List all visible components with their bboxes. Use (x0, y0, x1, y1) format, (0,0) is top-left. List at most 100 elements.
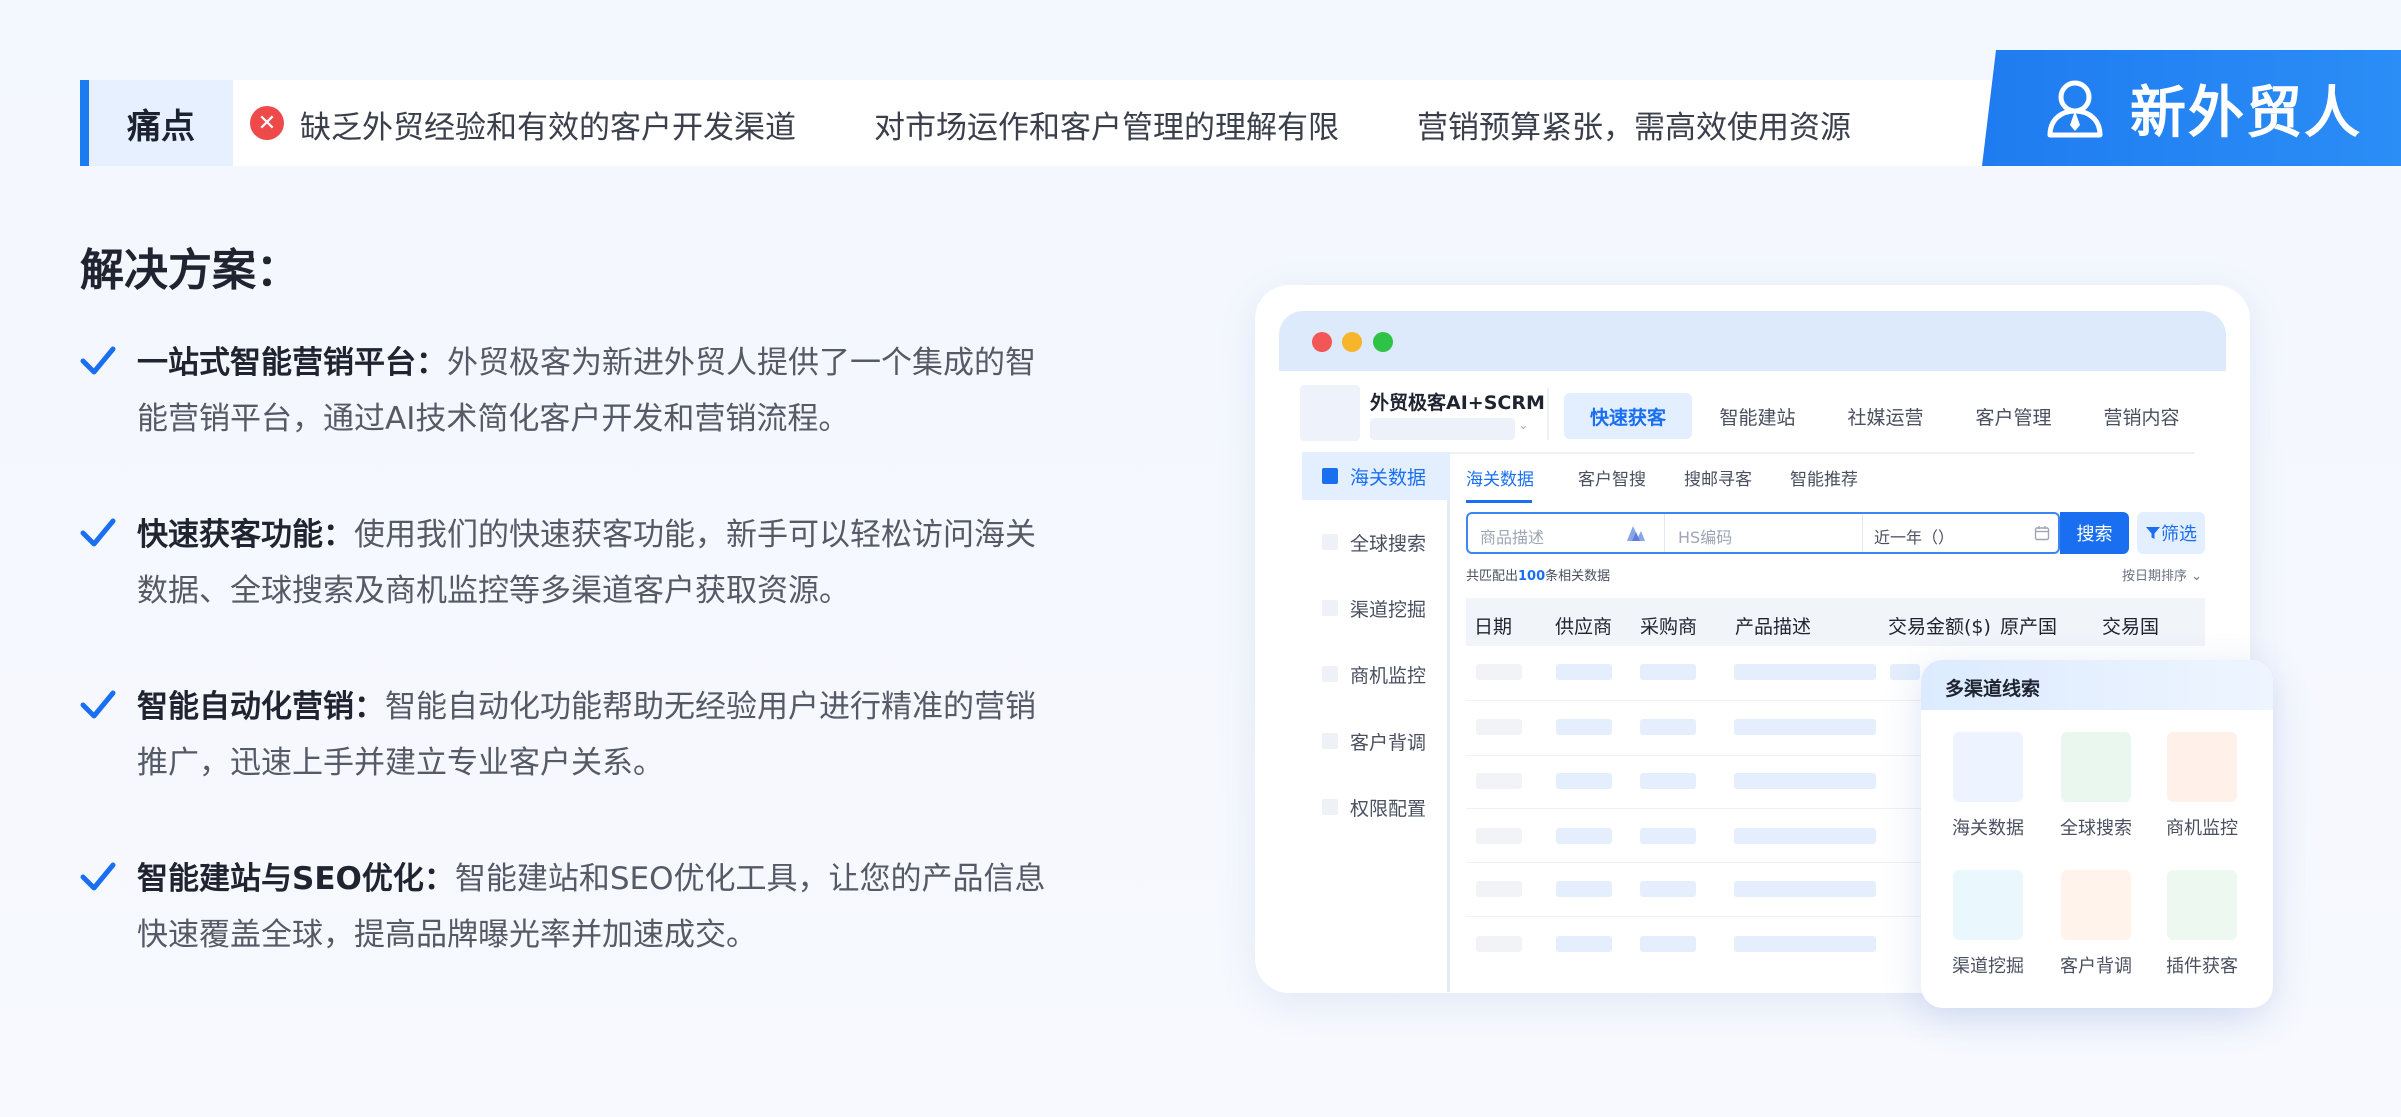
solution-text: 快速获客功能：使用我们的快速获客功能，新手可以轻松访问海关 数据、全球搜索及商机… (137, 507, 1137, 619)
square-icon (1322, 666, 1338, 682)
solution-line: 使用我们的快速获客功能，新手可以轻松访问海关 (354, 517, 1036, 553)
sidebar-item-label: 海关数据 (1350, 466, 1427, 489)
solution-line: 能营销平台，通过AI技术简化客户开发和营销流程。 (137, 401, 850, 437)
product-input[interactable]: 商品描述 (1480, 524, 1544, 548)
tile-label[interactable]: 全球搜索 (2041, 814, 2151, 840)
top-nav-divider (1450, 452, 2195, 454)
tile-label[interactable]: 商机监控 (2147, 814, 2257, 840)
column-header: 交易金额($) (1888, 616, 1991, 638)
solution-text: 一站式智能营销平台：外贸极客为新进外贸人提供了一个集成的智 能营销平台，通过AI… (137, 335, 1137, 447)
square-icon (1322, 600, 1338, 616)
solution-line: 智能建站和SEO优化工具，让您的产品信息 (454, 861, 1046, 897)
solution-line: 外贸极客为新进外贸人提供了一个集成的智 (447, 345, 1036, 381)
customs-data-icon[interactable] (1953, 732, 2023, 802)
sidebar-item-channel-mining[interactable]: 渠道挖掘 (1302, 584, 1450, 632)
chevron-down-icon[interactable]: ⌄ (1518, 418, 1529, 433)
top-nav-site-builder[interactable]: 智能建站 (1700, 393, 1815, 439)
minimize-dot-icon[interactable] (1342, 332, 1362, 352)
search-divider (1664, 514, 1665, 552)
maximize-dot-icon[interactable] (1373, 332, 1393, 352)
sort-dropdown[interactable]: 按日期排序 ⌄ (2122, 565, 2202, 584)
filter-label: 筛选 (2161, 524, 2197, 545)
brand-badge: 新外贸人 (1982, 50, 2401, 166)
channel-mining-icon[interactable] (1953, 870, 2023, 940)
column-header: 采购商 (1640, 616, 1698, 638)
sidebar-item-opportunity-monitor[interactable]: 商机监控 (1302, 650, 1450, 698)
ai-icon[interactable] (1625, 523, 1647, 543)
sidebar-item-customs[interactable]: 海关数据 (1302, 452, 1450, 500)
sidebar-item-label: 渠道挖掘 (1350, 598, 1427, 621)
sidebar-item-background-check[interactable]: 客户背调 (1302, 717, 1450, 765)
header-divider (1547, 388, 1549, 440)
search-divider (1862, 514, 1863, 552)
top-nav-content[interactable]: 营销内容 (2084, 393, 2199, 439)
match-suffix: 条相关数据 (1545, 569, 1611, 584)
column-header: 交易国 (2102, 616, 2160, 638)
tab-email-search[interactable]: 搜邮寻客 (1684, 465, 1752, 490)
tab-smart-recommend[interactable]: 智能推荐 (1790, 465, 1858, 490)
hs-code-input[interactable]: HS编码 (1678, 524, 1732, 548)
pain-item-1: 缺乏外贸经验和有效的客户开发渠道 (300, 110, 796, 146)
square-icon (1322, 799, 1338, 815)
sidebar-item-label: 客户背调 (1350, 731, 1427, 754)
sidebar-item-permissions[interactable]: 权限配置 (1302, 783, 1450, 831)
tile-label[interactable]: 渠道挖掘 (1933, 952, 2043, 978)
solution-line: 推广，迅速上手并建立专业客户关系。 (137, 745, 664, 781)
date-range-input[interactable]: 近一年（） (1874, 524, 1954, 548)
check-icon (80, 346, 116, 375)
global-search-icon[interactable] (2061, 732, 2131, 802)
opportunity-monitor-icon[interactable] (2167, 732, 2237, 802)
top-nav-quick-leads[interactable]: 快速获客 (1564, 393, 1692, 439)
tile-label[interactable]: 海关数据 (1933, 814, 2043, 840)
sidebar-item-label: 权限配置 (1350, 797, 1427, 820)
close-dot-icon[interactable] (1312, 332, 1332, 352)
top-nav-customers[interactable]: 客户管理 (1956, 393, 2071, 439)
card-title: 多渠道线索 (1945, 678, 2041, 700)
pain-item-2: 对市场运作和客户管理的理解有限 (874, 110, 1339, 146)
sidebar-item-label: 全球搜索 (1350, 532, 1427, 555)
solution-head: 一站式智能营销平台： (137, 345, 447, 381)
check-icon (80, 690, 116, 719)
workspace-selector[interactable] (1370, 418, 1515, 440)
tab-smart-search[interactable]: 客户智搜 (1578, 465, 1646, 490)
calendar-icon[interactable] (2034, 525, 2050, 541)
sidebar-item-label: 商机监控 (1350, 664, 1427, 687)
tab-underline (1466, 500, 1532, 503)
sidebar-item-global-search[interactable]: 全球搜索 (1302, 518, 1450, 566)
close-circle-icon: ✕ (250, 106, 284, 140)
multi-channel-card: 多渠道线索 海关数据 全球搜索 商机监控 渠道挖掘 客户背调 插件获客 (1921, 660, 2273, 1008)
solution-head: 智能自动化营销： (137, 689, 385, 725)
brand-text: 新外贸人 (2130, 80, 2362, 146)
search-button[interactable]: 搜索 (2060, 512, 2129, 554)
plugin-leads-icon[interactable] (2167, 870, 2237, 940)
pain-label-box: 痛点 (89, 80, 233, 166)
page-background: 痛点 ✕ 缺乏外贸经验和有效的客户开发渠道 对市场运作和客户管理的理解有限 营销… (0, 0, 2401, 1117)
solution-line: 数据、全球搜索及商机监控等多渠道客户获取资源。 (137, 573, 850, 609)
tile-label[interactable]: 客户背调 (2041, 952, 2151, 978)
app-name: 外贸极客AI+SCRM (1370, 392, 1545, 414)
filter-icon (2146, 527, 2160, 539)
search-bar: 商品描述 HS编码 近一年（） (1466, 512, 2060, 554)
match-count: 100 (1518, 569, 1546, 584)
column-header: 产品描述 (1735, 616, 1812, 638)
pain-bar: 痛点 ✕ 缺乏外贸经验和有效的客户开发渠道 对市场运作和客户管理的理解有限 营销… (80, 80, 2080, 166)
solution-text: 智能自动化营销：智能自动化功能帮助无经验用户进行精准的营销 推广，迅速上手并建立… (137, 679, 1137, 791)
tile-label[interactable]: 插件获客 (2147, 952, 2257, 978)
solution-line: 智能自动化功能帮助无经验用户进行精准的营销 (385, 689, 1036, 725)
check-icon (80, 862, 116, 891)
tab-customs[interactable]: 海关数据 (1466, 465, 1534, 490)
top-nav-social[interactable]: 社媒运营 (1828, 393, 1943, 439)
match-prefix: 共匹配出 (1466, 569, 1519, 584)
solution-head: 智能建站与SEO优化： (137, 861, 455, 897)
solution-line: 快速覆盖全球，提高品牌曝光率并加速成交。 (137, 917, 757, 953)
pain-label: 痛点 (127, 106, 195, 147)
square-icon (1322, 468, 1338, 484)
background-check-icon[interactable] (2061, 870, 2131, 940)
square-icon (1322, 534, 1338, 550)
pain-item-3: 营销预算紧张，需高效使用资源 (1417, 110, 1851, 146)
app-logo (1300, 385, 1360, 441)
check-icon (80, 518, 116, 547)
match-count-text: 共匹配出100条相关数据 (1466, 565, 1610, 584)
window-title-bar (1279, 311, 2226, 371)
filter-button[interactable]: 筛选 (2137, 512, 2205, 554)
